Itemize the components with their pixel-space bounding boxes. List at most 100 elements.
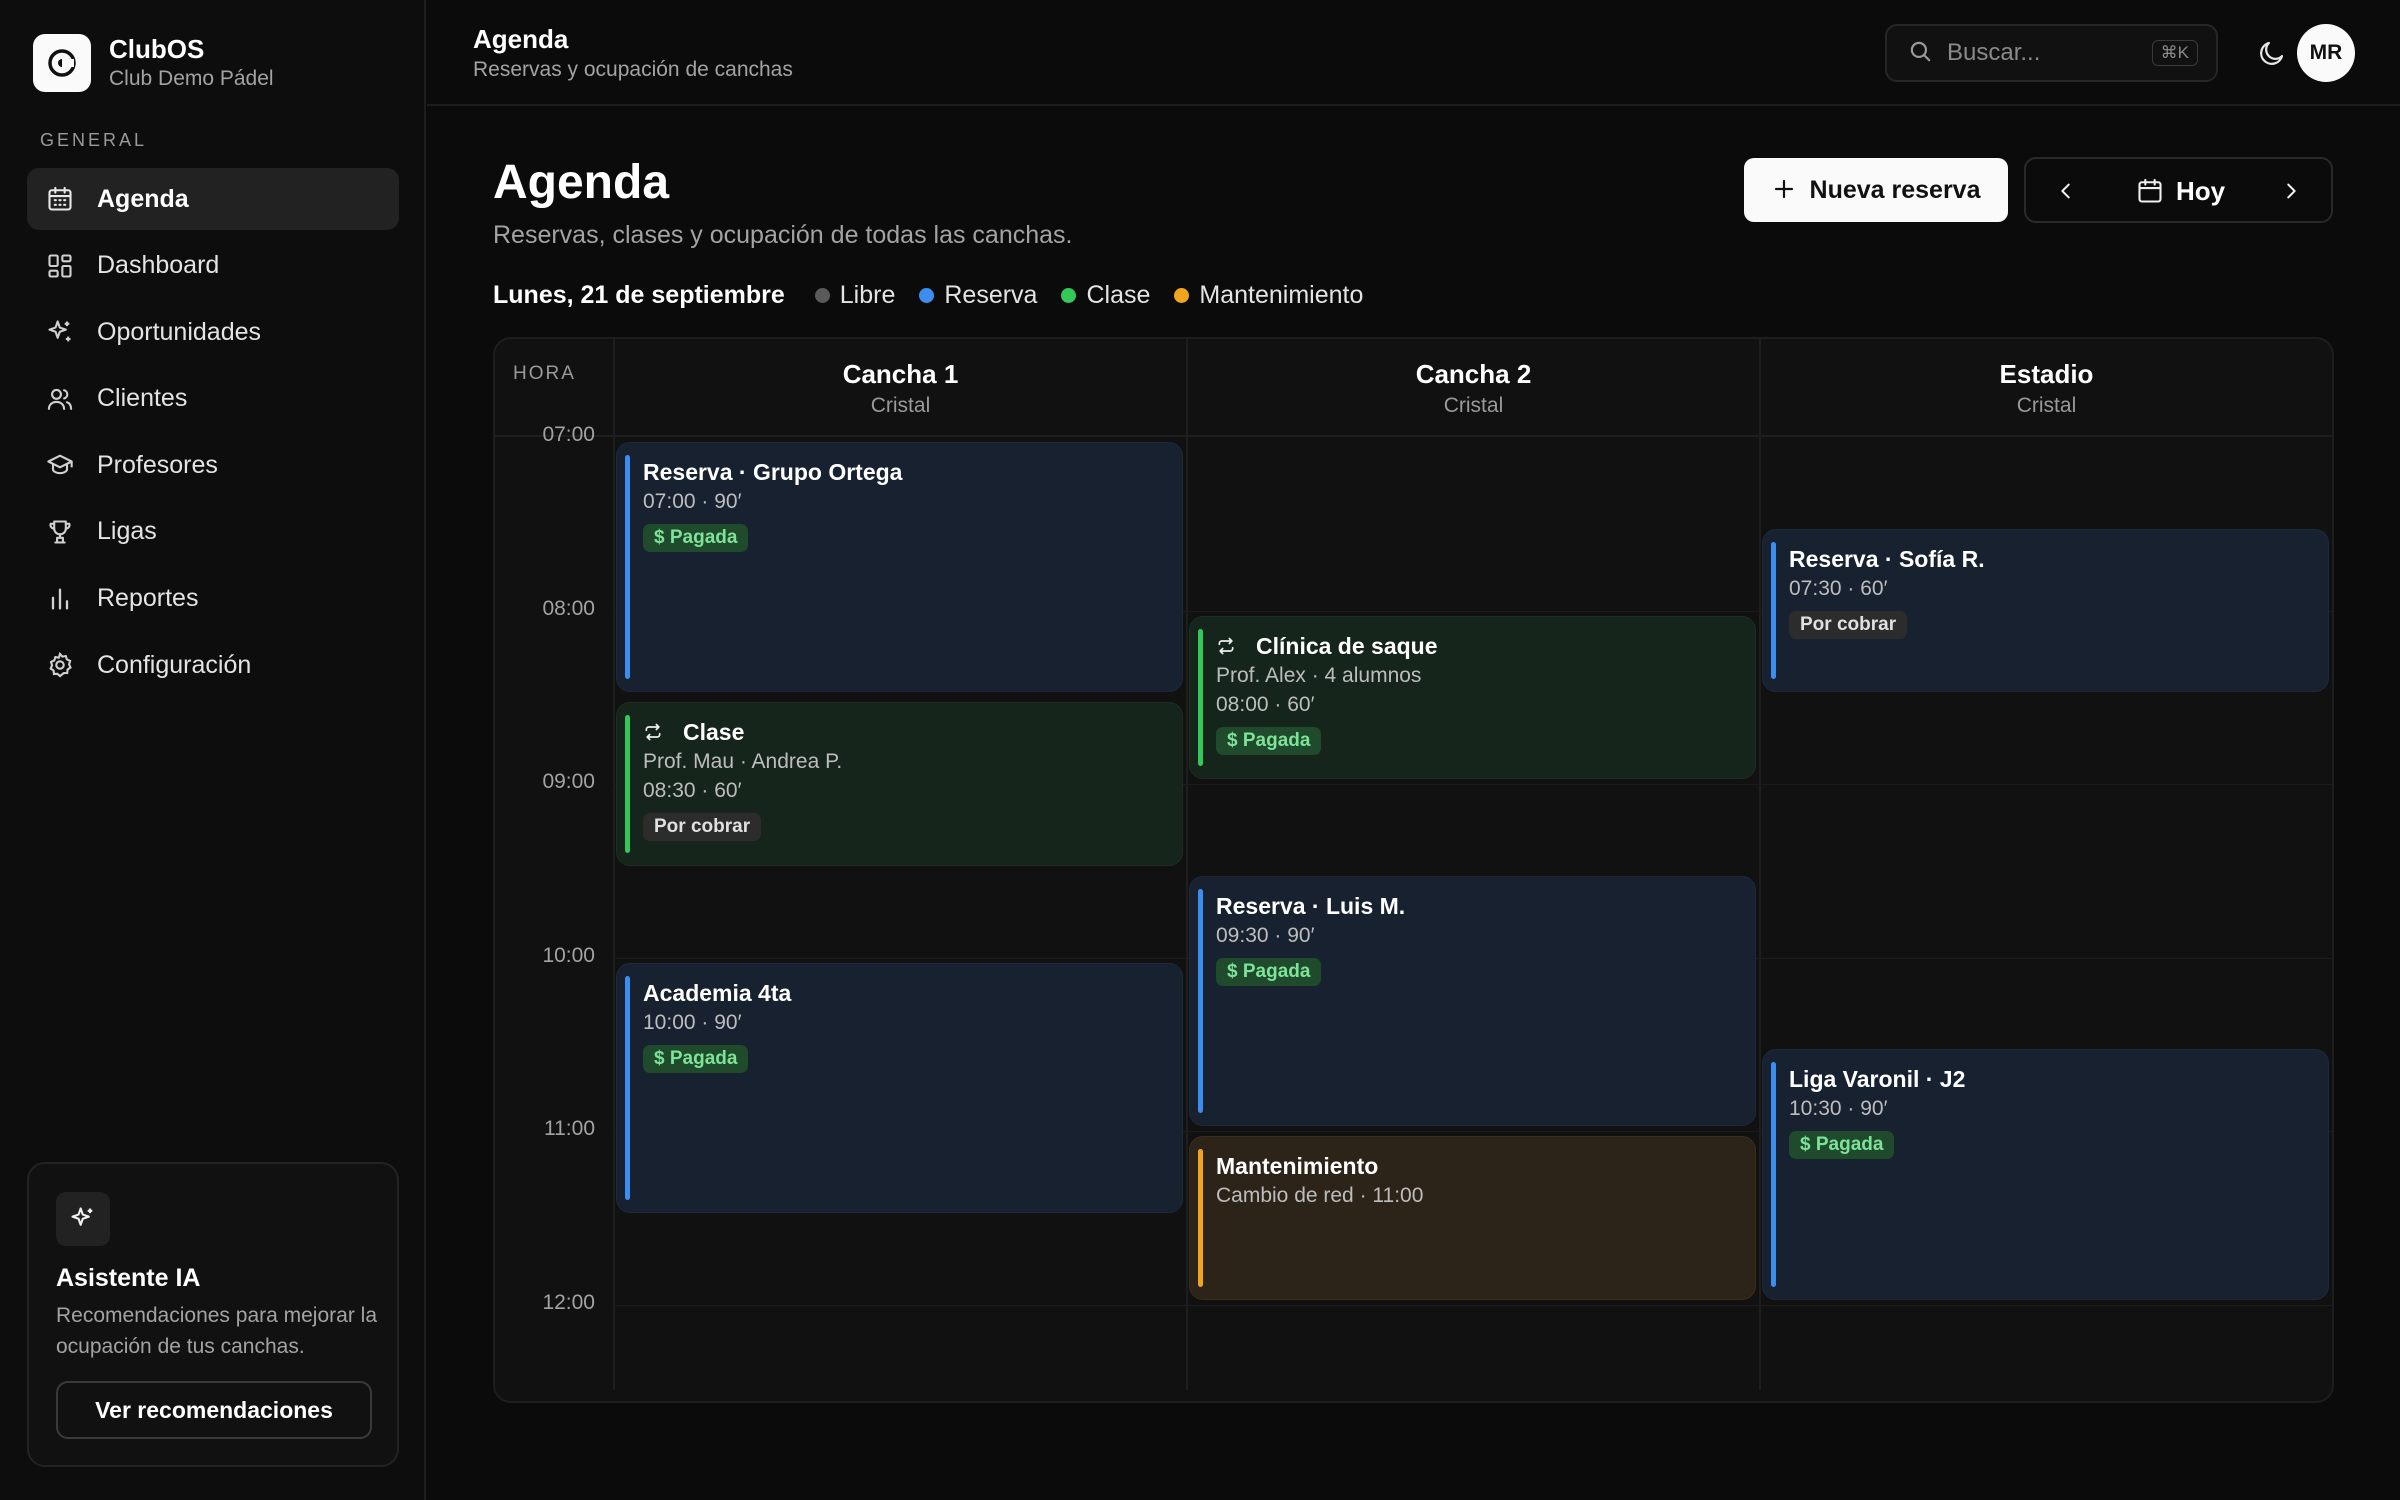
event-reserva[interactable]: Reserva · Grupo Ortega 07:00 · 90′ $ Pagad… — [616, 442, 1183, 693]
payment-status-badge: Por cobrar — [643, 813, 762, 842]
sidebar-item-ligas[interactable]: Ligas — [27, 501, 399, 563]
brand-logo-icon — [33, 34, 91, 92]
hour-gridline — [613, 1304, 2332, 1306]
sidebar-item-label: Agenda — [97, 184, 189, 213]
search-placeholder: Buscar... — [1947, 39, 2041, 66]
court-name: Estadio — [1999, 359, 2094, 389]
event-reserva[interactable]: Academia 4ta 10:00 · 90′ $ Pagada — [616, 962, 1183, 1213]
event-color-bar — [1771, 541, 1776, 680]
topbar: Agenda Reservas y ocupación de canchas B… — [427, 0, 2400, 106]
event-title-text: Reserva · Luis M. — [1216, 892, 1406, 919]
court-type: Cristal — [1443, 394, 1504, 417]
legend-label: Clase — [1086, 281, 1151, 309]
event-clase[interactable]: Clínica de saque Prof. Alex · 4 alumnos 08… — [1189, 615, 1756, 779]
sidebar-item-reportes[interactable]: Reportes — [27, 568, 399, 630]
event-detail: Prof. Alex · 4 alumnos — [1216, 663, 1422, 687]
time-label: 07:00 — [542, 423, 595, 446]
time-label: 12:00 — [542, 1290, 595, 1314]
legend-label: Libre — [839, 281, 896, 309]
legend-row: Lunes, 21 de septiembre Libre Reserva Cl… — [493, 281, 1387, 310]
brand[interactable]: ClubOS Club Demo Pádel — [33, 33, 274, 93]
payment-status-badge: $ Pagada — [1789, 1131, 1895, 1160]
trophy-icon — [45, 517, 75, 547]
ai-card-description: Recomendaciones para mejorar la ocupació… — [56, 1304, 377, 1358]
view-recommendations-button[interactable]: Ver recomendaciones — [56, 1381, 372, 1439]
court-header-cancha-2: Cancha 2 Cristal — [1187, 359, 1760, 418]
event-color-bar — [1198, 628, 1203, 766]
repeat-icon — [1216, 636, 1246, 656]
ai-card-title: Asistente IA — [56, 1264, 201, 1292]
sidebar-item-label: Dashboard — [97, 251, 220, 280]
court-name: Cancha 1 — [842, 359, 959, 389]
legend-libre: Libre — [814, 281, 896, 310]
event-title: Liga Varonil · J2 — [1789, 1064, 2328, 1094]
gear-icon — [45, 650, 75, 680]
legend-clase: Clase — [1061, 281, 1150, 310]
avatar[interactable]: MR — [2297, 24, 2355, 82]
search-input[interactable]: Buscar... ⌘K — [1885, 24, 2218, 82]
sidebar-item-label: Configuración — [97, 650, 252, 679]
search-shortcut: ⌘K — [2151, 40, 2198, 66]
payment-status-badge: Por cobrar — [1789, 610, 1908, 639]
time-label: 10:00 — [542, 943, 595, 967]
sparkles-icon — [56, 1192, 110, 1246]
sidebar-item-label: Ligas — [97, 517, 157, 546]
chevron-left-icon[interactable] — [2048, 173, 2084, 209]
event-title-text: Reserva · Grupo Ortega — [643, 459, 903, 485]
event-detail: 10:00 · 90′ — [643, 1010, 742, 1034]
legend-mantenimiento: Mantenimiento — [1174, 281, 1363, 310]
payment-status-badge: $ Pagada — [643, 524, 749, 552]
sidebar-item-oportunidades[interactable]: Oportunidades — [27, 301, 399, 363]
event-title: Reserva · Grupo Ortega — [643, 457, 1182, 487]
court-type: Cristal — [870, 394, 931, 417]
time-label: 09:00 — [542, 770, 595, 793]
event-title-text: Liga Varonil · J2 — [1789, 1066, 1966, 1093]
column-divider — [613, 339, 615, 1390]
court-header-cancha-1: Cancha 1 Cristal — [614, 359, 1187, 418]
brand-name: ClubOS — [109, 34, 205, 64]
schedule-grid: HORA Cancha 1 Cristal Cancha 2 Cristal E… — [493, 337, 2334, 1403]
sidebar-item-dashboard[interactable]: Dashboard — [27, 235, 399, 297]
calendar-icon — [2138, 178, 2162, 203]
sidebar-item-clientes[interactable]: Clientes — [27, 368, 399, 430]
event-title: Clínica de saque — [1216, 631, 1755, 661]
sidebar-item-configuracion[interactable]: Configuración — [27, 634, 399, 696]
event-title-text: Reserva · Sofía R. — [1789, 545, 1985, 572]
event-color-bar — [1198, 888, 1203, 1113]
grid-icon — [45, 251, 75, 281]
event-reserva[interactable]: Reserva · Sofía R. 07:30 · 60′ Por cobrar — [1762, 528, 2329, 693]
event-mant[interactable]: Mantenimiento Cambio de red · 11:00 — [1189, 1136, 1756, 1300]
payment-status-badge: $ Pagada — [1216, 726, 1322, 755]
new-reservation-label: Nueva reserva — [1809, 175, 1981, 204]
sidebar-item-profesores[interactable]: Profesores — [27, 434, 399, 496]
legend-label: Reserva — [944, 281, 1038, 309]
topbar-subtitle: Reservas y ocupación de canchas — [473, 58, 793, 81]
nav-section-label: GENERAL — [40, 130, 148, 150]
event-detail: 07:00 · 90′ — [643, 490, 742, 513]
moon-icon[interactable] — [2252, 33, 2292, 73]
sidebar-item-label: Reportes — [97, 584, 199, 613]
today-button[interactable]: Hoy — [2136, 172, 2225, 210]
event-detail: 09:30 · 90′ — [1216, 923, 1315, 947]
ai-assistant-card: Asistente IA Recomendaciones para mejora… — [27, 1162, 399, 1467]
event-reserva[interactable]: Liga Varonil · J2 10:30 · 90′ $ Pagada — [1762, 1049, 2329, 1300]
court-name: Cancha 2 — [1415, 359, 1532, 389]
event-clase[interactable]: Clase Prof. Mau · Andrea P. 08:30 · 60′ Por… — [616, 702, 1183, 866]
chevron-right-icon[interactable] — [2273, 173, 2309, 209]
event-reserva[interactable]: Reserva · Luis M. 09:30 · 90′ $ Pagada — [1189, 875, 1756, 1126]
event-title: Mantenimiento — [1216, 1151, 1755, 1181]
users-icon — [45, 384, 75, 414]
court-type: Cristal — [2016, 394, 2077, 417]
today-label: Hoy — [2176, 175, 2226, 206]
column-divider — [1186, 339, 1188, 1390]
new-reservation-button[interactable]: Nueva reserva — [1744, 158, 2008, 222]
legend-label: Mantenimiento — [1199, 281, 1364, 309]
event-color-bar — [1771, 1062, 1776, 1287]
payment-status-badge: $ Pagada — [1216, 957, 1322, 986]
time-label: 11:00 — [544, 1117, 595, 1140]
sidebar-item-label: Clientes — [97, 384, 188, 413]
bar-chart-icon — [45, 584, 75, 614]
sidebar-item-agenda[interactable]: Agenda — [27, 168, 399, 230]
column-divider — [1759, 339, 1761, 1390]
payment-status-badge: $ Pagada — [643, 1044, 749, 1073]
